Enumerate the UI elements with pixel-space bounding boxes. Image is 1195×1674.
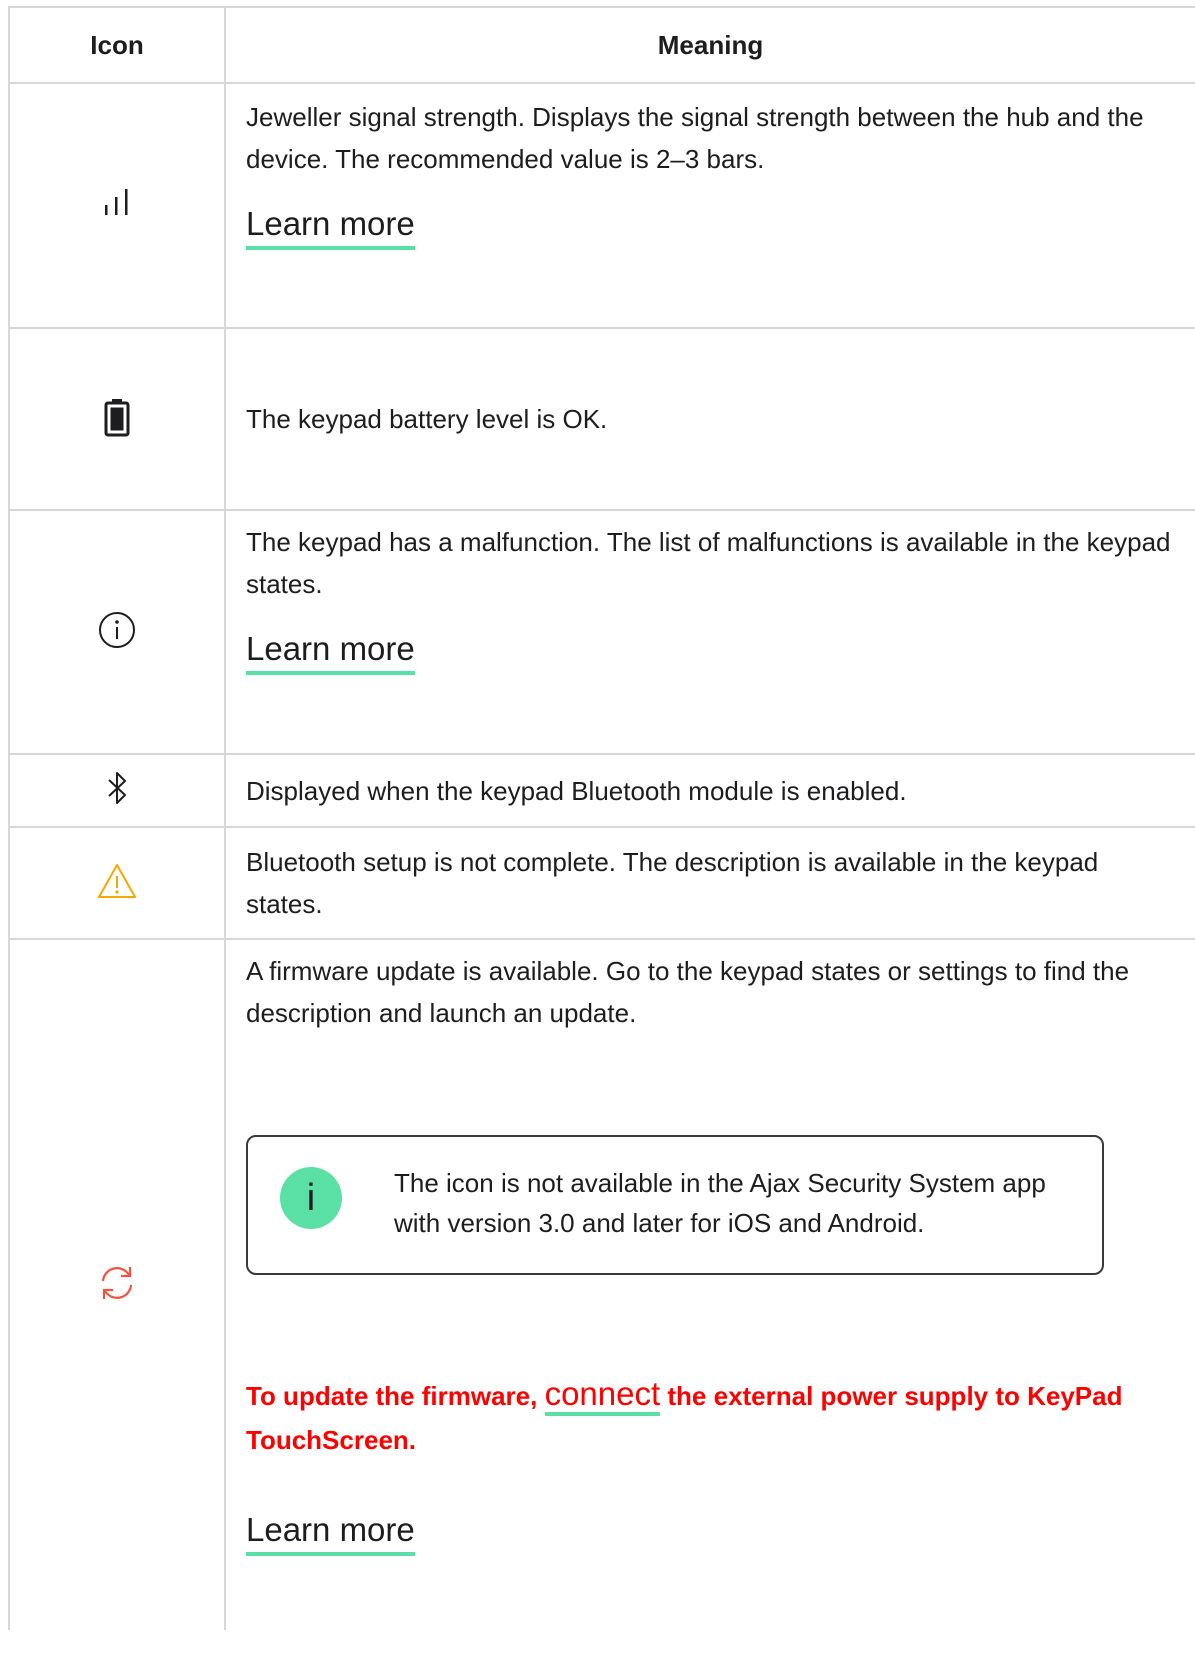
meaning-cell: Bluetooth setup is not complete. The des…: [226, 828, 1195, 938]
info-icon: [95, 608, 139, 657]
meaning-cell: Jeweller signal strength. Displays the s…: [226, 84, 1195, 327]
table-header: Icon Meaning: [8, 8, 1195, 84]
connect-link[interactable]: connect: [544, 1375, 661, 1416]
note-info-icon: i: [280, 1167, 342, 1229]
icon-cell: [8, 940, 226, 1630]
table-row: The keypad has a malfunction. The list o…: [8, 511, 1195, 755]
table-row: The keypad battery level is OK.: [8, 329, 1195, 511]
warning-triangle-icon: [95, 861, 139, 906]
firmware-warning: To update the firmware, connect the exte…: [246, 1372, 1177, 1462]
table-row: A firmware update is available. Go to th…: [8, 940, 1195, 1630]
row-description: A firmware update is available. Go to th…: [246, 956, 1130, 1028]
table-row: Bluetooth setup is not complete. The des…: [8, 828, 1195, 940]
table-row: Displayed when the keypad Bluetooth modu…: [8, 755, 1195, 828]
row-description: Jeweller signal strength. Displays the s…: [246, 102, 1144, 174]
icon-cell: [8, 329, 226, 509]
icon-cell: [8, 828, 226, 938]
table-row: Jeweller signal strength. Displays the s…: [8, 84, 1195, 329]
meaning-cell: A firmware update is available. Go to th…: [226, 940, 1195, 1630]
signal-strength-icon: [97, 183, 137, 228]
icon-cell: [8, 511, 226, 753]
info-note: i The icon is not available in the Ajax …: [246, 1135, 1104, 1275]
icon-cell: [8, 84, 226, 327]
note-text: The icon is not available in the Ajax Se…: [394, 1168, 1046, 1238]
icons-table: Icon Meaning Jeweller signal strength. D…: [8, 6, 1195, 1630]
meaning-cell: The keypad has a malfunction. The list o…: [226, 511, 1195, 753]
row-description: Displayed when the keypad Bluetooth modu…: [246, 775, 907, 806]
learn-more-link[interactable]: Learn more: [246, 1510, 415, 1556]
header-icon-cell: Icon: [8, 8, 226, 82]
firmware-update-icon: [95, 1261, 139, 1310]
learn-more-link[interactable]: Learn more: [246, 204, 415, 250]
meaning-cell: Displayed when the keypad Bluetooth modu…: [226, 755, 1195, 826]
header-meaning-cell: Meaning: [657, 30, 764, 60]
row-description: The keypad battery level is OK.: [246, 404, 608, 434]
learn-more-link[interactable]: Learn more: [246, 629, 415, 675]
bluetooth-icon: [102, 768, 132, 813]
row-description: Bluetooth setup is not complete. The des…: [246, 847, 1099, 919]
warning-text-before: To update the firmware,: [246, 1381, 545, 1411]
row-description: The keypad has a malfunction. The list o…: [246, 527, 1171, 599]
icon-cell: [8, 755, 226, 826]
meaning-cell: The keypad battery level is OK.: [226, 329, 1195, 509]
battery-full-icon: [102, 397, 132, 442]
